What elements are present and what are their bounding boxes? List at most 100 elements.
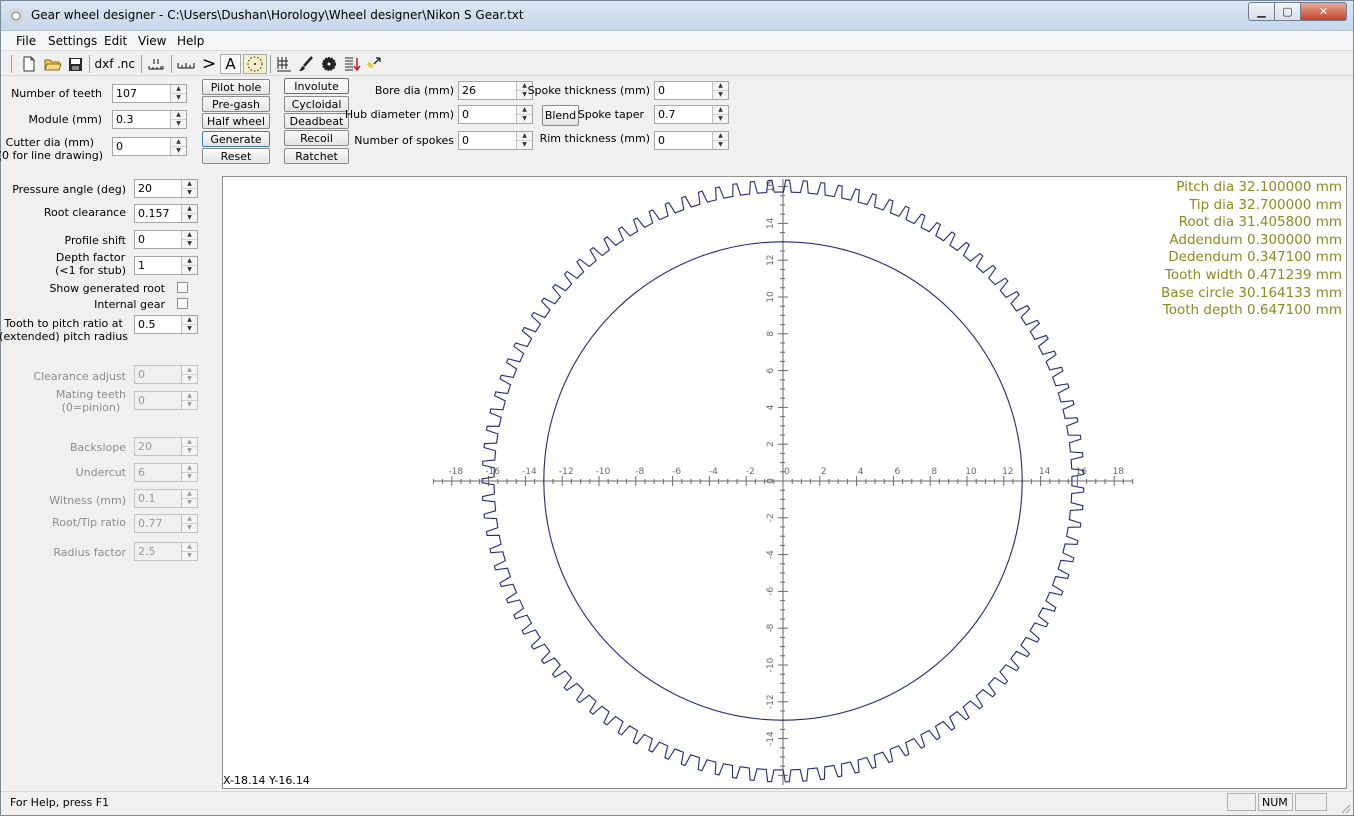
ratchet-button[interactable]: Ratchet: [284, 148, 349, 164]
profile-shift-label: Profile shift: [64, 234, 126, 247]
reset-button[interactable]: Reset: [202, 148, 270, 164]
cutter-input[interactable]: 0 ▲ ▼: [112, 137, 187, 156]
generate-button[interactable]: Generate: [202, 131, 270, 147]
witness-label: Witness (mm): [49, 494, 126, 507]
spokes-label: Number of spokes: [354, 134, 454, 147]
tooth-ratio-input[interactable]: 0.5 ▲ ▼: [134, 315, 198, 334]
pilot-hole-button[interactable]: Pilot hole: [202, 79, 270, 95]
show-root-checkbox[interactable]: [177, 282, 188, 293]
new-file-icon: [23, 56, 35, 72]
line-tool-button[interactable]: >: [199, 54, 219, 74]
status-bar: For Help, press F1 NUM: [1, 791, 1353, 816]
root-tip-input: 0.77 ▲ ▼: [134, 514, 198, 533]
pressure-input[interactable]: 20 ▲ ▼: [134, 179, 198, 198]
bore-input[interactable]: 26 ▲ ▼: [458, 81, 533, 100]
internal-gear-checkbox[interactable]: [177, 298, 188, 309]
maximize-button[interactable]: ▢: [1275, 2, 1301, 21]
save-icon: [68, 57, 82, 71]
menu-file[interactable]: File: [16, 34, 36, 48]
drawing-canvas[interactable]: -18 -16 -14 -12 -10 -8 -6 -4 -2 0 2 4 6 8 10 12 14 16 18 16…: [222, 176, 1347, 789]
undercut-label: Undercut: [75, 466, 126, 479]
brush-button[interactable]: [296, 54, 316, 74]
module-input[interactable]: 0.3 ▲ ▼: [112, 110, 187, 129]
menu-view[interactable]: View: [138, 34, 166, 48]
spoke-thickness-label: Spoke thickness (mm): [527, 84, 650, 97]
spoke-thickness-input[interactable]: 0 ▲ ▼: [654, 81, 729, 100]
root-tip-label: Root/Tip ratio: [52, 516, 126, 529]
bore-label: Bore dia (mm): [374, 84, 454, 97]
text-tool-button[interactable]: A: [220, 54, 241, 74]
export-icon: [345, 57, 361, 72]
y-tick-label: 4: [766, 404, 776, 410]
title-bar: Gear wheel designer - C:\Users\Dushan\Ho…: [1, 1, 1353, 31]
pre-gash-button[interactable]: Pre-gash: [202, 96, 270, 112]
dedendum-readout: Dedendum 0.347100 mm: [1168, 249, 1342, 266]
close-icon: ✕: [1318, 5, 1329, 18]
x-tick-label: 10: [965, 467, 977, 477]
x-tick-label: 0: [784, 467, 790, 477]
spokes-input[interactable]: 0 ▲ ▼: [458, 131, 533, 150]
x-tick-label: 8: [931, 467, 937, 477]
witness-input: 0.1 ▲ ▼: [134, 489, 198, 508]
backslope-label: Backslope: [70, 441, 126, 454]
x-tick-label: -16: [485, 467, 500, 477]
status-pane-caps: [1227, 793, 1256, 811]
menu-settings[interactable]: Settings: [48, 34, 97, 48]
nc-button[interactable]: .nc: [116, 54, 136, 74]
deadbeat-button[interactable]: Deadbeat: [284, 113, 349, 129]
ruler-button[interactable]: [175, 54, 197, 74]
close-button[interactable]: ✕: [1301, 2, 1347, 21]
hatch-button[interactable]: [273, 54, 295, 74]
undercut-input: 6 ▲ ▼: [134, 463, 198, 482]
tooth-width-readout: Tooth width 0.471239 mm: [1164, 266, 1342, 283]
y-tick-label: -4: [766, 550, 776, 559]
hub-input[interactable]: 0 ▲ ▼: [458, 105, 533, 124]
spoke-taper-input[interactable]: 0.7 ▲ ▼: [654, 105, 729, 124]
minimize-button[interactable]: ▁: [1248, 2, 1275, 21]
cycloidal-button[interactable]: Cycloidal: [284, 96, 349, 112]
minimize-icon: ▁: [1257, 5, 1266, 18]
open-button[interactable]: [42, 54, 64, 74]
dxf-button[interactable]: dxf: [93, 54, 115, 74]
cutter-label: Cutter dia (mm) (0 for line drawing): [0, 136, 103, 162]
tooth-ratio-label: Tooth to pitch ratio at (extended) pitch …: [0, 317, 128, 343]
x-tick-label: -12: [559, 467, 574, 477]
y-tick-label: 0: [766, 478, 776, 484]
zoom-button[interactable]: [364, 54, 384, 74]
root-dia-readout: Root dia 31.405800 mm: [1178, 214, 1342, 231]
measure-button[interactable]: [145, 54, 167, 74]
gear-fill-button[interactable]: [318, 54, 340, 74]
y-tick-label: 12: [766, 254, 776, 265]
show-root-label: Show generated root: [49, 282, 165, 295]
blend-button[interactable]: Blend: [542, 105, 579, 126]
recoil-button[interactable]: Recoil: [284, 130, 349, 146]
x-tick-label: -2: [746, 467, 755, 477]
profile-shift-input[interactable]: 0 ▲ ▼: [134, 230, 198, 249]
x-tick-label: -14: [522, 467, 537, 477]
dotted-circle-icon: [247, 56, 263, 72]
rim-input[interactable]: 0 ▲ ▼: [654, 131, 729, 150]
menu-help[interactable]: Help: [177, 34, 204, 48]
export-button[interactable]: [342, 54, 362, 74]
resize-grip-icon[interactable]: [1339, 802, 1351, 814]
radius-factor-input: 2.5 ▲ ▼: [134, 542, 198, 561]
status-help-text: For Help, press F1: [10, 796, 110, 809]
y-tick-label: -10: [766, 657, 776, 672]
teeth-label: Number of teeth: [11, 87, 102, 100]
x-tick-label: 18: [1112, 467, 1124, 477]
toolbar: dxf .nc > A: [1, 52, 1353, 76]
save-button[interactable]: [65, 54, 85, 74]
involute-button[interactable]: Involute: [284, 78, 349, 94]
status-pane-num: NUM: [1258, 793, 1293, 811]
root-clearance-input[interactable]: 0.157 ▲ ▼: [134, 204, 198, 223]
circle-tool-button[interactable]: [243, 54, 267, 74]
menu-edit[interactable]: Edit: [104, 34, 127, 48]
x-tick-label: 12: [1002, 467, 1013, 477]
teeth-input[interactable]: 107 ▲ ▼: [112, 84, 187, 103]
new-file-button[interactable]: [19, 54, 39, 74]
x-tick-label: 4: [858, 467, 864, 477]
half-wheel-button[interactable]: Half wheel: [202, 113, 270, 129]
line-tool-icon: >: [201, 54, 217, 74]
depth-input[interactable]: 1 ▲ ▼: [134, 256, 198, 275]
radius-factor-label: Radius factor: [53, 546, 126, 559]
